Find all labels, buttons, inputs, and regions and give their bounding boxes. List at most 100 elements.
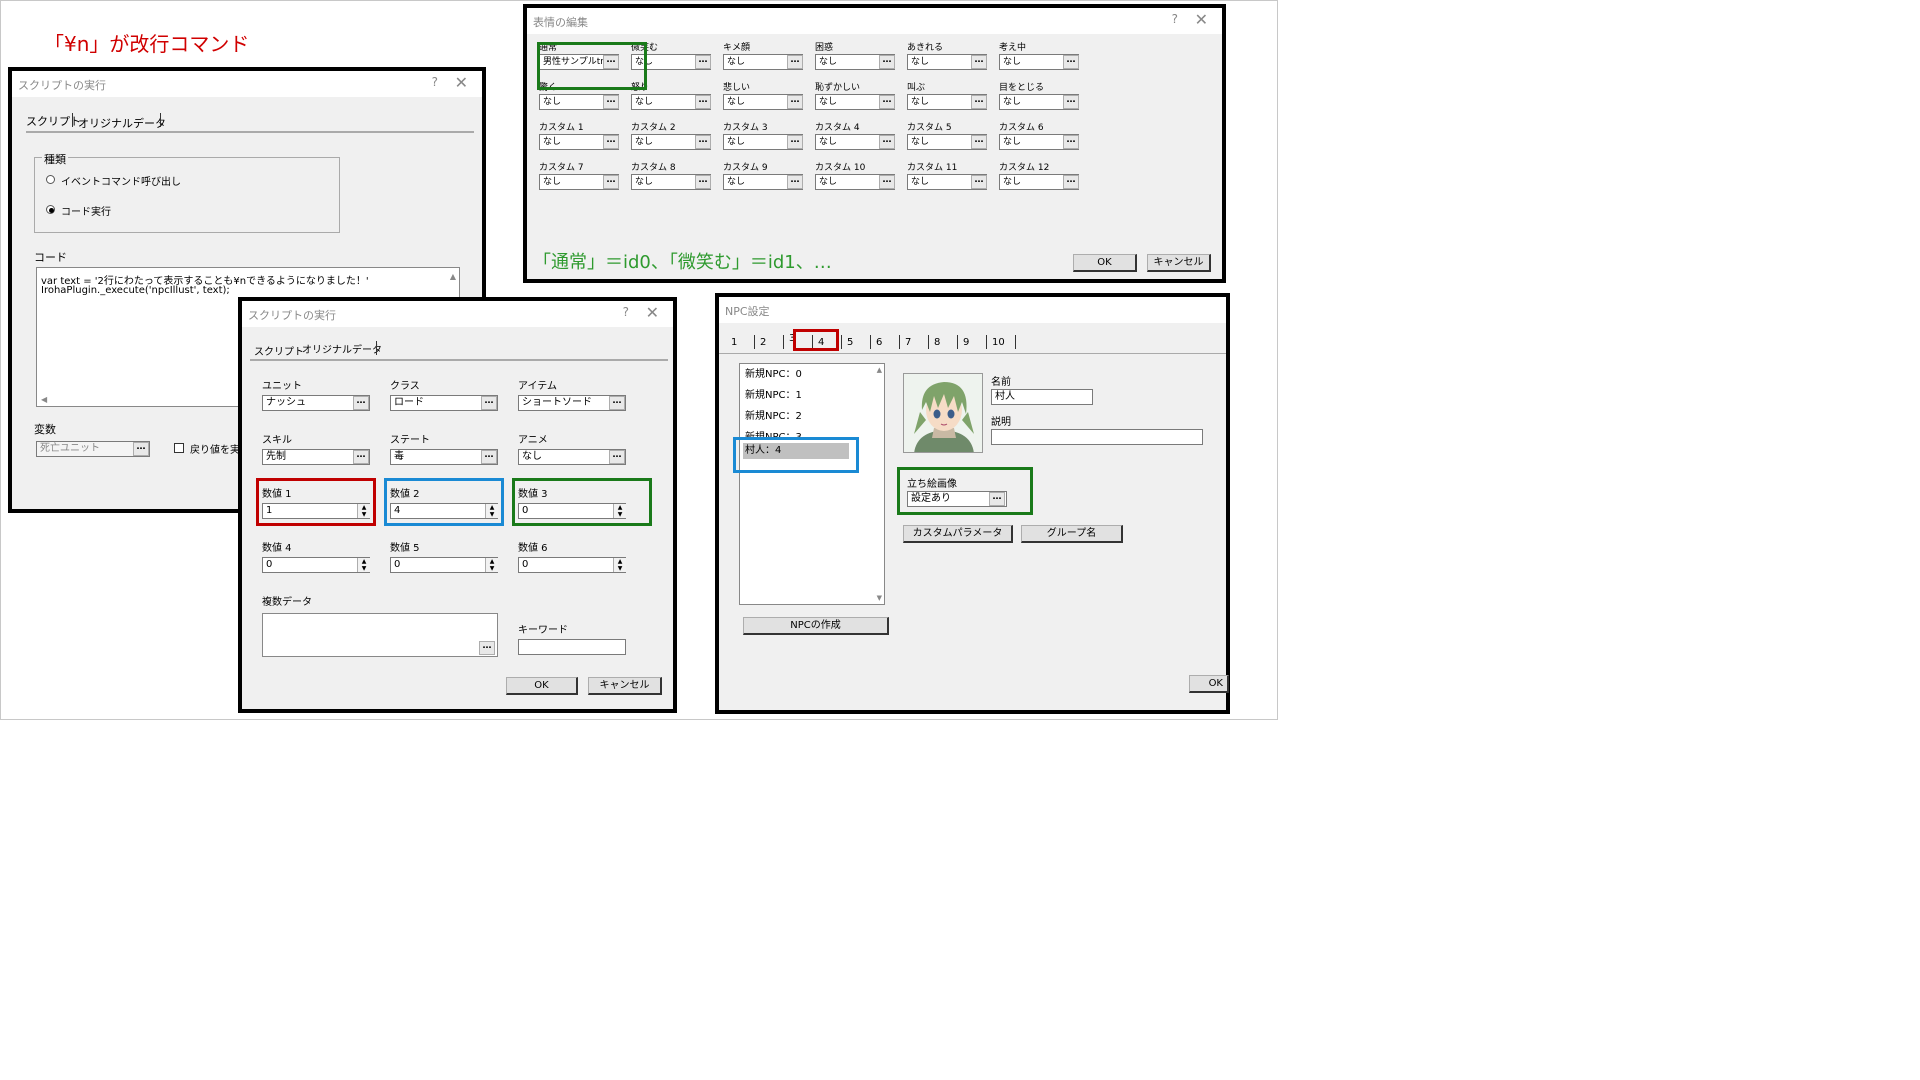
tab-original-data[interactable]: オリジナルデータ xyxy=(78,115,166,131)
number6-spinner[interactable]: ▲ ▼ xyxy=(613,558,626,572)
help-icon[interactable]: ? xyxy=(623,305,629,319)
help-icon[interactable]: ? xyxy=(1172,12,1178,26)
number6-field[interactable]: 0 xyxy=(518,557,626,573)
close-icon[interactable]: ✕ xyxy=(455,73,468,92)
npc-list-item[interactable]: 新規NPC：2 xyxy=(743,409,849,425)
expression-ellipsis-button[interactable]: … xyxy=(971,95,987,109)
expression-ellipsis-button[interactable]: … xyxy=(695,135,711,149)
close-icon[interactable]: ✕ xyxy=(1195,10,1208,29)
original-dialog-titlebar: スクリプトの実行 ? ✕ xyxy=(242,301,673,327)
keyword-label: キーワード xyxy=(518,625,568,636)
expression-ellipsis-button[interactable]: … xyxy=(787,135,803,149)
tab-separator xyxy=(160,113,161,127)
original-dialog-title: スクリプトの実行 xyxy=(248,309,336,322)
scroll-left-icon[interactable]: ◀ xyxy=(41,395,47,404)
expression-ellipsis-button[interactable]: … xyxy=(879,55,895,69)
expression-ellipsis-button[interactable]: … xyxy=(1063,175,1079,189)
class-label: クラス xyxy=(390,381,420,392)
expression-label: カスタム 3 xyxy=(723,123,768,133)
close-icon[interactable]: ✕ xyxy=(646,303,659,322)
unit-ellipsis-button[interactable]: … xyxy=(353,396,369,410)
custom-parameter-button[interactable]: カスタムパラメータ xyxy=(903,525,1013,543)
expression-ellipsis-button[interactable]: … xyxy=(1063,135,1079,149)
expression-ellipsis-button[interactable]: … xyxy=(971,55,987,69)
cancel-button[interactable]: キャンセル xyxy=(1147,254,1211,272)
variable-ellipsis-button[interactable]: … xyxy=(133,442,149,456)
state-label: ステート xyxy=(390,435,430,446)
ok-button[interactable]: OK xyxy=(1073,254,1137,272)
expression-ellipsis-button[interactable]: … xyxy=(603,95,619,109)
list-scroll-down-icon[interactable]: ▼ xyxy=(877,594,882,602)
npc-portrait xyxy=(903,373,983,453)
name-field[interactable]: 村人 xyxy=(991,389,1093,405)
number5-field[interactable]: 0 xyxy=(390,557,498,573)
number5-spinner[interactable]: ▲ ▼ xyxy=(485,558,498,572)
tab-separator xyxy=(870,335,871,349)
ok-button[interactable]: OK xyxy=(1189,675,1229,693)
item-label: アイテム xyxy=(518,381,557,392)
tab-script[interactable]: スクリプト xyxy=(254,343,304,358)
expression-label: カスタム 2 xyxy=(631,123,676,133)
npc-dialog-titlebar: NPC設定 xyxy=(719,297,1226,323)
tab-separator xyxy=(986,335,987,349)
list-scroll-up-icon[interactable]: ▲ xyxy=(877,366,882,374)
expression-ellipsis-button[interactable]: … xyxy=(879,135,895,149)
tab-original-data[interactable]: オリジナルデータ xyxy=(302,341,382,356)
npc-tab-10[interactable]: 10 xyxy=(992,337,1005,348)
cancel-button[interactable]: キャンセル xyxy=(588,677,662,695)
scroll-up-icon[interactable]: ▲ xyxy=(450,272,456,281)
state-ellipsis-button[interactable]: … xyxy=(481,450,497,464)
expression-ellipsis-button[interactable]: … xyxy=(971,175,987,189)
expression-ellipsis-button[interactable]: … xyxy=(787,175,803,189)
expression-ellipsis-button[interactable]: … xyxy=(879,95,895,109)
expression-ellipsis-button[interactable]: … xyxy=(603,175,619,189)
npc-tab-5[interactable]: 5 xyxy=(847,337,853,348)
highlight-villager xyxy=(733,437,859,473)
expression-label: カスタム 5 xyxy=(907,123,952,133)
help-icon[interactable]: ? xyxy=(432,75,438,89)
script-dialog-titlebar: スクリプトの実行 ? ✕ xyxy=(12,71,482,97)
expression-ellipsis-button[interactable]: … xyxy=(787,95,803,109)
return-value-checkbox[interactable] xyxy=(174,443,184,453)
expression-ellipsis-button[interactable]: … xyxy=(695,55,711,69)
npc-tab-2[interactable]: 2 xyxy=(760,337,766,348)
expression-ellipsis-button[interactable]: … xyxy=(695,175,711,189)
npc-tab-1[interactable]: 1 xyxy=(731,337,737,348)
keyword-field[interactable] xyxy=(518,639,626,655)
radio-event-command[interactable] xyxy=(46,175,55,184)
npc-list-item[interactable]: 新規NPC：0 xyxy=(743,367,849,383)
class-ellipsis-button[interactable]: … xyxy=(481,396,497,410)
expression-ellipsis-button[interactable]: … xyxy=(1063,95,1079,109)
variable-label: 変数 xyxy=(34,423,56,436)
description-field[interactable] xyxy=(991,429,1203,445)
expression-ellipsis-button[interactable]: … xyxy=(879,175,895,189)
script-dialog-title: スクリプトの実行 xyxy=(18,79,106,92)
expression-ellipsis-button[interactable]: … xyxy=(787,55,803,69)
multi-data-ellipsis-button[interactable]: … xyxy=(479,641,495,655)
npc-tab-6[interactable]: 6 xyxy=(876,337,882,348)
code-line-2: IrohaPlugin._execute('npcIllust', text); xyxy=(41,285,230,296)
npc-tab-7[interactable]: 7 xyxy=(905,337,911,348)
ok-button[interactable]: OK xyxy=(506,677,578,695)
npc-list-item[interactable]: 新規NPC：1 xyxy=(743,388,849,404)
multi-data-field[interactable] xyxy=(262,613,498,657)
create-npc-button[interactable]: NPCの作成 xyxy=(743,617,889,635)
number4-spinner[interactable]: ▲ ▼ xyxy=(357,558,370,572)
expression-ellipsis-button[interactable]: … xyxy=(971,135,987,149)
portrait-image xyxy=(904,374,982,452)
item-ellipsis-button[interactable]: … xyxy=(609,396,625,410)
expression-ellipsis-button[interactable]: … xyxy=(603,135,619,149)
tab-separator xyxy=(783,335,784,349)
skill-ellipsis-button[interactable]: … xyxy=(353,450,369,464)
npc-tab-8[interactable]: 8 xyxy=(934,337,940,348)
anime-ellipsis-button[interactable]: … xyxy=(609,450,625,464)
radio-code-execute[interactable] xyxy=(46,205,55,214)
group-name-button[interactable]: グループ名 xyxy=(1021,525,1123,543)
number4-field[interactable]: 0 xyxy=(262,557,370,573)
tab-underline xyxy=(250,359,668,361)
expression-ellipsis-button[interactable]: … xyxy=(1063,55,1079,69)
expression-label: 困惑 xyxy=(815,43,834,53)
expression-ellipsis-button[interactable]: … xyxy=(695,95,711,109)
npc-tab-9[interactable]: 9 xyxy=(963,337,969,348)
expression-label: カスタム 6 xyxy=(999,123,1044,133)
